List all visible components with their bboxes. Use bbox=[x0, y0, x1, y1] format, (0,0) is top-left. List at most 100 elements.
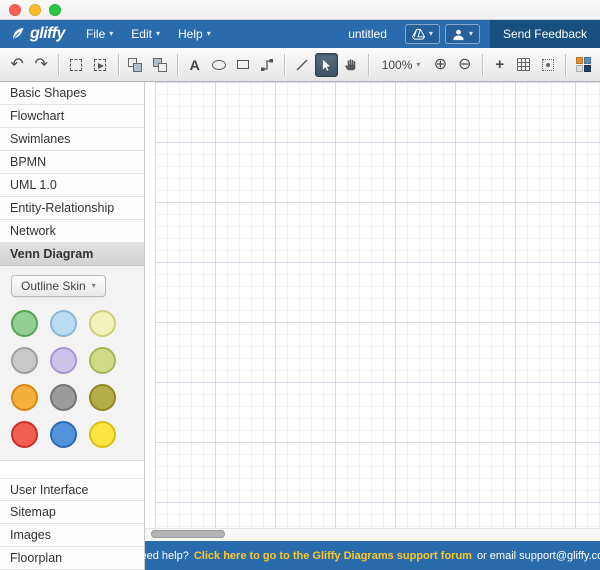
grid-icon bbox=[517, 58, 531, 71]
drawing-guides-button[interactable]: + bbox=[489, 53, 511, 77]
chevron-down-icon: ▾ bbox=[109, 29, 114, 38]
pan-tool-button[interactable] bbox=[340, 53, 362, 77]
venn-shape-pale-yellow[interactable] bbox=[89, 310, 116, 337]
menu-file-label: File bbox=[85, 27, 106, 41]
ellipse-tool-button[interactable] bbox=[208, 53, 230, 77]
app-window: gliffy File ▾ Edit ▾ Help ▾ untitled ▾ ▾ bbox=[0, 0, 600, 570]
chevron-down-icon: ▾ bbox=[428, 29, 433, 38]
shape-library-sidebar: Basic Shapes Flowchart Swimlanes BPMN UM… bbox=[0, 82, 145, 570]
chevron-down-icon: ▾ bbox=[91, 281, 96, 290]
chevron-down-icon: ▾ bbox=[468, 29, 473, 38]
snap-icon bbox=[542, 58, 555, 71]
undo-button[interactable]: ↶ bbox=[6, 53, 28, 77]
window-close-button[interactable] bbox=[9, 3, 21, 16]
redo-button[interactable]: ↷ bbox=[30, 53, 52, 77]
venn-shape-yellow[interactable] bbox=[89, 421, 116, 448]
send-feedback-label: Send Feedback bbox=[502, 27, 587, 41]
venn-shape-blue[interactable] bbox=[50, 421, 77, 448]
help-bar: Need help? Click here to go to the Gliff… bbox=[133, 541, 600, 570]
snap-to-grid-button[interactable] bbox=[537, 53, 559, 77]
sidebar-item-user-interface[interactable]: User Interface bbox=[0, 478, 144, 501]
menu-edit-label: Edit bbox=[131, 27, 152, 41]
menu-edit[interactable]: Edit ▾ bbox=[122, 20, 169, 48]
navbar: gliffy File ▾ Edit ▾ Help ▾ untitled ▾ ▾ bbox=[0, 20, 600, 48]
venn-shape-green[interactable] bbox=[11, 310, 38, 337]
google-drive-button[interactable]: ▾ bbox=[404, 24, 440, 44]
content-area: Basic Shapes Flowchart Swimlanes BPMN UM… bbox=[0, 82, 600, 570]
zoom-out-icon: ⊖ bbox=[457, 55, 472, 73]
sidebar-item-images[interactable]: Images bbox=[0, 524, 144, 547]
toolbar: ↶ ↷ A 100% ▾ ⊕ ⊖ + bbox=[0, 48, 600, 82]
send-backward-button[interactable] bbox=[149, 53, 171, 77]
google-drive-icon bbox=[411, 28, 425, 40]
zoom-in-button[interactable]: ⊕ bbox=[429, 53, 451, 77]
grid-toggle-button[interactable] bbox=[513, 53, 535, 77]
chevron-down-icon: ▾ bbox=[155, 29, 160, 38]
horizontal-scrollbar-thumb[interactable] bbox=[151, 530, 225, 538]
drawing-canvas[interactable] bbox=[155, 82, 600, 528]
toolbar-separator bbox=[481, 53, 483, 76]
account-button[interactable]: ▾ bbox=[444, 24, 480, 44]
marquee-select-button[interactable] bbox=[65, 53, 87, 77]
venn-shape-lavender[interactable] bbox=[50, 347, 77, 374]
gliffy-logo[interactable]: gliffy bbox=[10, 25, 65, 43]
bring-forward-button[interactable] bbox=[124, 53, 146, 77]
sidebar-item-swimlanes[interactable]: Swimlanes bbox=[0, 128, 144, 151]
help-suffix: or email support@gliffy.com bbox=[476, 549, 600, 562]
window-titlebar bbox=[0, 0, 600, 20]
menu-help-label: Help bbox=[178, 27, 203, 41]
zoom-in-icon: ⊕ bbox=[433, 55, 448, 73]
sidebar-spacer bbox=[0, 461, 144, 478]
document-title[interactable]: untitled bbox=[348, 27, 387, 41]
canvas-container: Need help? Click here to go to the Gliff… bbox=[133, 82, 600, 570]
venn-shape-yellow-green[interactable] bbox=[89, 347, 116, 374]
venn-shape-red[interactable] bbox=[11, 421, 38, 448]
marquee-select-icon bbox=[70, 58, 83, 71]
ellipse-icon bbox=[211, 59, 226, 70]
venn-shape-grid bbox=[11, 310, 144, 448]
toolbar-separator bbox=[565, 53, 566, 76]
zoom-level-dropdown[interactable]: 100% ▾ bbox=[375, 53, 428, 77]
redo-icon: ↷ bbox=[34, 55, 48, 73]
toolbar-separator bbox=[58, 53, 60, 76]
help-prefix: Need help? bbox=[132, 549, 189, 562]
rectangle-tool-button[interactable] bbox=[232, 53, 254, 77]
support-forum-link[interactable]: Click here to go to the Gliffy Diagrams … bbox=[194, 550, 472, 562]
brand-name: gliffy bbox=[30, 25, 65, 42]
text-tool-button[interactable]: A bbox=[184, 53, 206, 77]
sidebar-item-basic-shapes[interactable]: Basic Shapes bbox=[0, 82, 144, 105]
theme-button[interactable] bbox=[572, 53, 594, 77]
window-zoom-button[interactable] bbox=[49, 3, 61, 16]
menu-help[interactable]: Help ▾ bbox=[169, 20, 220, 48]
sidebar-item-floorplan[interactable]: Floorplan bbox=[0, 547, 144, 570]
chevron-down-icon: ▾ bbox=[416, 59, 421, 69]
rectangle-icon bbox=[237, 60, 249, 69]
sidebar-item-network[interactable]: Network bbox=[0, 220, 144, 243]
line-icon bbox=[295, 58, 309, 72]
toolbar-separator bbox=[284, 53, 286, 76]
venn-shape-dark-gray[interactable] bbox=[50, 384, 77, 411]
window-minimize-button[interactable] bbox=[29, 3, 41, 16]
connector-tool-button[interactable] bbox=[256, 53, 278, 77]
sidebar-item-uml[interactable]: UML 1.0 bbox=[0, 174, 144, 197]
venn-shape-olive[interactable] bbox=[89, 384, 116, 411]
sidebar-item-flowchart[interactable]: Flowchart bbox=[0, 105, 144, 128]
menu-file[interactable]: File ▾ bbox=[77, 20, 122, 48]
pointer-tool-button[interactable] bbox=[315, 52, 338, 77]
venn-shape-gray[interactable] bbox=[11, 347, 38, 374]
skin-dropdown[interactable]: Outline Skin ▾ bbox=[11, 275, 106, 297]
chevron-down-icon: ▾ bbox=[206, 29, 211, 38]
venn-shape-light-blue[interactable] bbox=[50, 310, 77, 337]
line-tool-button[interactable] bbox=[291, 53, 313, 77]
zoom-out-button[interactable]: ⊖ bbox=[454, 53, 476, 77]
connector-icon bbox=[260, 58, 274, 72]
send-feedback-button[interactable]: Send Feedback bbox=[489, 20, 600, 48]
sidebar-item-venn-diagram[interactable]: Venn Diagram bbox=[0, 243, 144, 266]
sidebar-item-bpmn[interactable]: BPMN bbox=[0, 151, 144, 174]
sidebar-item-sitemap[interactable]: Sitemap bbox=[0, 501, 144, 524]
undo-icon: ↶ bbox=[10, 55, 24, 73]
sidebar-item-entity-relationship[interactable]: Entity-Relationship bbox=[0, 197, 144, 220]
venn-shape-orange[interactable] bbox=[11, 384, 38, 411]
toolbar-separator bbox=[367, 53, 369, 76]
multi-select-button[interactable] bbox=[89, 53, 111, 77]
